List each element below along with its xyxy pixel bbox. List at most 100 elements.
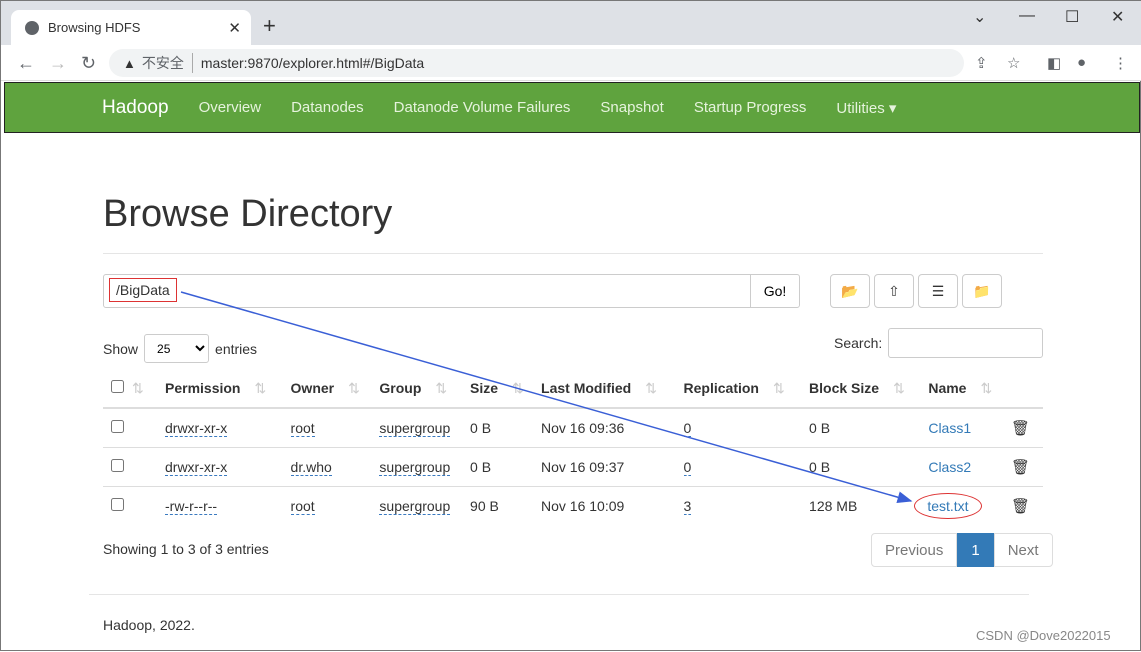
- entries-label: entries: [215, 340, 258, 357]
- previous-button[interactable]: Previous: [871, 533, 958, 567]
- upload-button[interactable]: ⇧: [874, 274, 914, 308]
- row-checkbox[interactable]: [111, 458, 124, 472]
- go-button[interactable]: Go!: [750, 274, 800, 308]
- star-icon[interactable]: ☆: [1007, 54, 1020, 72]
- col-group[interactable]: Group ⇅: [371, 369, 463, 409]
- nav-datanodes[interactable]: Datanodes: [291, 99, 364, 116]
- search-area: Search:: [834, 328, 1044, 358]
- cell-group[interactable]: supergroup: [379, 419, 451, 437]
- page-title: Browse Directory: [103, 193, 393, 235]
- sidepanel-icon[interactable]: ◧: [1047, 54, 1061, 72]
- trash-icon[interactable]: 🗑: [1011, 459, 1030, 476]
- col-permission[interactable]: Permission ⇅: [157, 369, 283, 409]
- cell-block-size: 0 B: [809, 458, 831, 475]
- cell-permission[interactable]: drwxr-xr-x: [165, 419, 228, 437]
- maximize-button[interactable]: ☐: [1065, 7, 1079, 27]
- col-size[interactable]: Size ⇅: [462, 369, 534, 409]
- file-table: ⇅ Permission ⇅ Owner ⇅ Group ⇅ Size ⇅ Last M…: [103, 369, 1043, 525]
- url-input[interactable]: ▲ 不安全 master:9870/explorer.html#/BigData: [109, 49, 964, 77]
- tab-title: Browsing HDFS: [48, 20, 141, 35]
- path-input[interactable]: /BigData: [103, 274, 751, 308]
- paste-button[interactable]: 📁: [962, 274, 1002, 308]
- insecure-label[interactable]: 不安全: [142, 53, 193, 73]
- cell-name[interactable]: Class2: [928, 459, 971, 475]
- select-all-checkbox[interactable]: [111, 379, 124, 393]
- pagination: Previous 1 Next: [871, 533, 1053, 567]
- row-checkbox[interactable]: [111, 497, 124, 511]
- url-text: master:9870/explorer.html#/BigData: [200, 55, 425, 71]
- cell-block-size: 128 MB: [809, 497, 858, 514]
- warning-icon: ▲: [123, 55, 136, 71]
- footer-divider: [89, 594, 1029, 595]
- sort-icon[interactable]: ⇅: [132, 380, 144, 396]
- cell-replication[interactable]: 3: [683, 497, 692, 515]
- page-1-button[interactable]: 1: [957, 533, 994, 567]
- cell-last-modified: Nov 16 10:09: [541, 497, 625, 514]
- table-row: drwxr-xr-x dr.who supergroup 0 B Nov 16 09:3…: [103, 446, 1043, 486]
- search-input[interactable]: [888, 328, 1044, 358]
- nav-snapshot[interactable]: Snapshot: [600, 99, 663, 116]
- col-block-size[interactable]: Block Size ⇅: [801, 369, 921, 409]
- cell-name[interactable]: Class1: [928, 420, 971, 436]
- brand[interactable]: Hadoop: [102, 97, 169, 119]
- cell-block-size: 0 B: [809, 419, 831, 436]
- cell-last-modified: Nov 16 09:37: [541, 458, 625, 475]
- table-info: Showing 1 to 3 of 3 entries: [103, 541, 269, 557]
- tab-browsing-hdfs[interactable]: Browsing HDFS ✕: [11, 10, 251, 45]
- cell-size: 0 B: [470, 458, 492, 475]
- menu-icon[interactable]: ⋮: [1113, 54, 1128, 72]
- show-label: Show: [103, 340, 139, 357]
- path-value: /BigData: [109, 278, 177, 302]
- cell-replication[interactable]: 0: [683, 458, 692, 476]
- cell-owner[interactable]: root: [290, 419, 315, 437]
- new-tab-button[interactable]: +: [263, 13, 276, 39]
- table-row: -rw-r--r-- root supergroup 90 B Nov 16 10:09…: [103, 485, 1043, 525]
- cell-permission[interactable]: drwxr-xr-x: [165, 458, 228, 476]
- cell-group[interactable]: supergroup: [379, 458, 451, 476]
- nav-overview[interactable]: Overview: [199, 99, 262, 116]
- tab-bar: Browsing HDFS ✕ + ⌄ — ☐ ✕: [1, 1, 1141, 45]
- cell-group[interactable]: supergroup: [379, 497, 451, 515]
- nav-utilities[interactable]: Utilities ▾: [836, 99, 896, 117]
- cell-size: 0 B: [470, 419, 492, 436]
- cell-permission[interactable]: -rw-r--r--: [165, 497, 218, 515]
- address-bar-row: ← → ↻ ▲ 不安全 master:9870/explorer.html#/B…: [1, 45, 1141, 81]
- folder-move-icon: 📁: [973, 282, 991, 299]
- cell-last-modified: Nov 16 09:36: [541, 419, 625, 436]
- reload-icon[interactable]: ↻: [81, 53, 96, 74]
- trash-icon[interactable]: 🗑: [1011, 498, 1030, 515]
- search-label: Search:: [834, 335, 883, 351]
- next-button[interactable]: Next: [993, 533, 1053, 567]
- table-row: drwxr-xr-x root supergroup 0 B Nov 16 09:36 0…: [103, 407, 1043, 447]
- create-directory-button[interactable]: 📂: [830, 274, 870, 308]
- row-checkbox[interactable]: [111, 419, 124, 433]
- nav-volume-failures[interactable]: Datanode Volume Failures: [394, 99, 571, 116]
- cell-name[interactable]: test.txt: [914, 492, 982, 519]
- back-icon[interactable]: ←: [17, 53, 35, 74]
- col-last-modified[interactable]: Last Modified ⇅: [533, 369, 676, 409]
- cell-owner[interactable]: root: [290, 497, 315, 515]
- list-icon: ☰: [931, 282, 945, 299]
- entries-length: Show 25 entries: [103, 334, 257, 363]
- watermark: CSDN @Dove2022015: [976, 628, 1111, 643]
- nav-startup-progress[interactable]: Startup Progress: [694, 99, 807, 116]
- cut-paste-button[interactable]: ☰: [918, 274, 958, 308]
- cell-replication[interactable]: 0: [683, 419, 692, 437]
- tab-search-icon[interactable]: ⌄: [973, 7, 986, 27]
- entries-select[interactable]: 25: [144, 334, 210, 363]
- cloud-upload-icon: ⇧: [888, 282, 900, 299]
- navbar: Hadoop Overview Datanodes Datanode Volum…: [4, 82, 1140, 133]
- col-owner[interactable]: Owner ⇅: [282, 369, 372, 409]
- forward-icon[interactable]: →: [49, 53, 67, 74]
- cell-owner[interactable]: dr.who: [290, 458, 332, 476]
- close-tab-icon[interactable]: ✕: [228, 19, 241, 37]
- col-replication[interactable]: Replication ⇅: [675, 369, 802, 409]
- share-icon[interactable]: ⇪: [975, 54, 988, 72]
- minimize-button[interactable]: —: [1019, 7, 1035, 25]
- close-window-button[interactable]: ✕: [1111, 7, 1124, 27]
- trash-icon[interactable]: 🗑: [1011, 420, 1030, 437]
- cell-size: 90 B: [470, 497, 499, 514]
- col-name[interactable]: Name ⇅: [920, 369, 1003, 409]
- profile-icon[interactable]: ●: [1077, 54, 1086, 71]
- footer: Hadoop, 2022.: [103, 617, 195, 633]
